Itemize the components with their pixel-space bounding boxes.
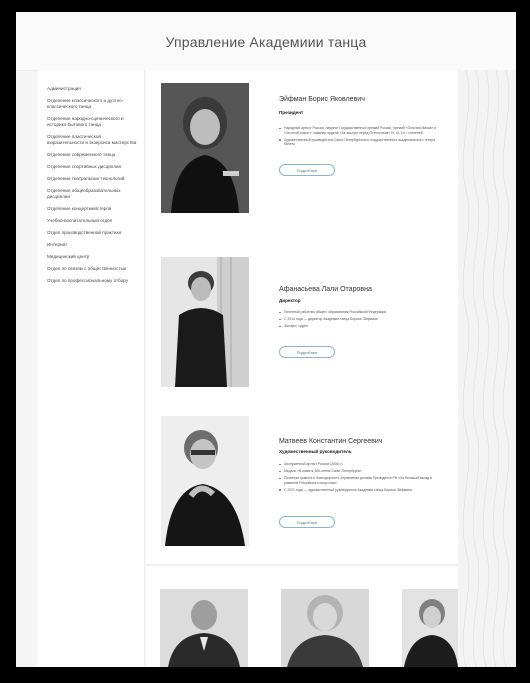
details-button[interactable]: Подробнее <box>279 164 335 176</box>
sidebar-item-public-relations[interactable]: Отдел по связям с общественностью <box>38 266 144 272</box>
achievement-item: Почетная грамота и благодарность Управле… <box>279 476 439 485</box>
sidebar-item-administration[interactable]: Администрация <box>38 86 144 92</box>
decorative-pattern <box>460 70 516 667</box>
header: Управление Академиии танца <box>16 12 516 71</box>
person-card: Афанасьева Лали Отаровна Директор Почетн… <box>146 242 458 403</box>
main-content: Эйфман Борис Яковлевич Президент Народны… <box>146 70 458 667</box>
person-card: Матвеев Константин Сергеевич Художествен… <box>146 402 458 565</box>
person-name: Афанасьева Лали Отаровна <box>279 286 372 293</box>
sidebar-item-sports[interactable]: Отделение спортивных дисциплин <box>38 164 144 170</box>
person-role: Директор <box>279 298 301 303</box>
person-role: Художественный руководитель <box>279 449 352 454</box>
sidebar-item-educational-dept[interactable]: Учебно-воспитательный отдел <box>38 218 144 224</box>
person-photo <box>160 589 248 667</box>
person-achievements: Заслуженный артист России (2006 г.) Меда… <box>279 462 439 495</box>
person-photo <box>161 83 249 213</box>
achievement-item: Заслуги: орден <box>279 324 439 329</box>
details-button[interactable]: Подробнее <box>279 346 335 358</box>
sidebar-item-folk-dance[interactable]: Отделение народно-сценического и историк… <box>38 116 144 128</box>
details-button[interactable]: Подробнее <box>279 516 335 528</box>
sidebar-item-accompanists[interactable]: Отделение концертмейстеров <box>38 206 144 212</box>
person-photo <box>281 589 369 667</box>
sidebar-item-general-education[interactable]: Отделение общеобразовательных дисциплин <box>38 188 144 200</box>
page: Управление Академиии танца Администрация… <box>16 12 516 667</box>
sidebar-item-plastic-expression[interactable]: Отделение пластической выразительности и… <box>38 134 144 146</box>
person-card: Эйфман Борис Яковлевич Президент Народны… <box>146 70 458 243</box>
staff-photo-row <box>146 567 458 667</box>
sidebar-nav: Администрация Отделение классического и … <box>38 70 145 667</box>
sidebar-item-practice-dept[interactable]: Отдел производственной практики <box>38 230 144 236</box>
sidebar-item-modern-dance[interactable]: Отделение современного танца <box>38 152 144 158</box>
sidebar-item-boarding[interactable]: Интернат <box>38 242 144 248</box>
achievement-item: Заслуженный артист России (2006 г.) <box>279 462 439 467</box>
sidebar-item-selection[interactable]: Отдел по профессиональному отбору <box>38 278 144 284</box>
achievement-item: С 2013 года — директор Академии танца Бо… <box>279 317 439 322</box>
achievement-item: Медаль «В память 300-летия Санкт-Петербу… <box>279 469 439 474</box>
person-role: Президент <box>279 110 304 115</box>
person-name: Матвеев Константин Сергеевич <box>279 438 383 445</box>
person-achievements: Народный артист России, лауреат Государс… <box>279 126 439 149</box>
achievement-item: С 2021 года — художественный руководител… <box>279 488 439 493</box>
person-photo <box>161 416 249 546</box>
person-photo <box>161 257 249 387</box>
page-title: Управление Академиии танца <box>165 34 367 50</box>
achievement-item: Художественный руководитель Санкт-Петерб… <box>279 138 439 147</box>
achievement-item: Почетный работник общего образования Рос… <box>279 310 439 315</box>
sidebar-item-medical[interactable]: Медицинский центр <box>38 254 144 260</box>
achievement-item: Народный артист России, лауреат Государс… <box>279 126 439 135</box>
sidebar-item-theatre-tech[interactable]: Отделение театральных технологий <box>38 176 144 182</box>
sidebar-item-classical-dance[interactable]: Отделение классического и дуэтно-классич… <box>38 98 144 110</box>
person-achievements: Почетный работник общего образования Рос… <box>279 310 439 331</box>
person-photo <box>402 589 458 667</box>
person-name: Эйфман Борис Яковлевич <box>279 96 365 103</box>
